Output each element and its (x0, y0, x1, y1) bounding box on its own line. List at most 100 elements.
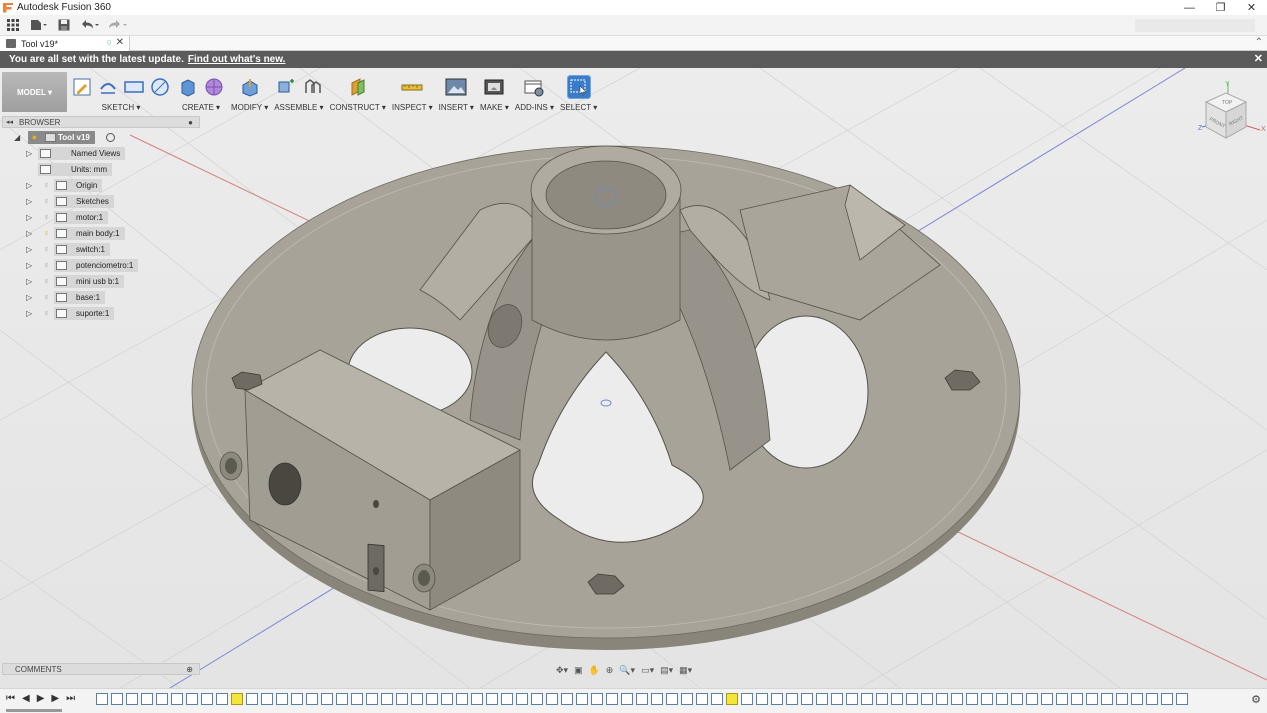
scripts-addins-icon[interactable] (523, 76, 545, 98)
timeline-feature-icon[interactable] (486, 693, 498, 705)
expand-chevron-icon[interactable]: ▷ (26, 213, 32, 222)
timeline-feature-icon[interactable] (831, 693, 843, 705)
visibility-bulb-icon[interactable]: ● (30, 132, 39, 143)
browser-pin-icon[interactable]: ● (188, 118, 193, 127)
redo-icon[interactable] (104, 15, 132, 36)
tree-item-named-views[interactable]: ▷ Named Views (2, 146, 200, 162)
timeline-feature-icon[interactable] (1026, 693, 1038, 705)
pan-hand-icon[interactable]: ✋ (589, 665, 600, 676)
timeline-feature-icon[interactable] (426, 693, 438, 705)
timeline-feature-icon[interactable] (1146, 693, 1158, 705)
visibility-bulb-icon[interactable]: ♀ (42, 244, 51, 255)
file-menu-icon[interactable] (26, 15, 52, 36)
visibility-bulb-icon[interactable]: ♀ (42, 260, 51, 271)
timeline-feature-icon[interactable] (651, 693, 663, 705)
timeline-feature-icon[interactable] (396, 693, 408, 705)
visibility-bulb-icon[interactable]: ♀ (42, 196, 51, 207)
step-forward-icon[interactable]: ▶ (51, 693, 59, 704)
timeline-feature-icon[interactable] (291, 693, 303, 705)
search-box[interactable] (1135, 19, 1255, 32)
timeline-feature-icon[interactable] (501, 693, 513, 705)
tree-item-switch[interactable]: ▷ switch:1 ♀ (2, 242, 200, 258)
timeline-feature-icon[interactable] (336, 693, 348, 705)
timeline-feature-icon[interactable] (126, 693, 138, 705)
timeline-feature-icon[interactable] (621, 693, 633, 705)
find-out-whats-new-link[interactable]: Find out what's new. (188, 54, 286, 65)
expand-chevron-icon[interactable]: ▷ (26, 245, 32, 254)
timeline-feature-icon[interactable] (471, 693, 483, 705)
tree-item-mini-usb[interactable]: ▷ mini usb b:1 ♀ (2, 274, 200, 290)
timeline-feature-icon[interactable] (846, 693, 858, 705)
minimize-button[interactable]: — (1174, 0, 1205, 15)
insert-menu-label[interactable]: INSERT ▾ (439, 103, 474, 112)
tree-item-base[interactable]: ▷ base:1 ♀ (2, 290, 200, 306)
timeline-feature-icon[interactable] (1071, 693, 1083, 705)
timeline-scrollbar[interactable] (6, 709, 62, 712)
timeline-feature-icon[interactable] (756, 693, 768, 705)
visibility-bulb-icon[interactable]: ♀ (42, 308, 51, 319)
circle-icon[interactable] (149, 76, 171, 98)
timeline-feature-icon[interactable] (201, 693, 213, 705)
timeline-feature-icon[interactable] (591, 693, 603, 705)
zoom-icon[interactable]: ⊕ (606, 665, 614, 676)
timeline-feature-icon[interactable] (576, 693, 588, 705)
timeline-feature-icon[interactable] (1161, 693, 1173, 705)
visibility-bulb-icon[interactable]: ♀ (42, 212, 51, 223)
expand-chevron-icon[interactable]: ▷ (26, 293, 32, 302)
timeline-feature-icon[interactable] (231, 693, 243, 705)
root-collapse-icon[interactable]: ◢ (14, 133, 20, 142)
timeline-feature-icon[interactable] (681, 693, 693, 705)
grid-settings-icon[interactable]: ▤▾ (660, 665, 673, 676)
press-pull-icon[interactable] (239, 76, 261, 98)
timeline-feature-icon[interactable] (96, 693, 108, 705)
timeline-feature-icon[interactable] (1086, 693, 1098, 705)
close-tab-icon[interactable]: ✕ (116, 37, 124, 48)
tree-item-suporte[interactable]: ▷ suporte:1 ♀ (2, 306, 200, 322)
tree-item-motor[interactable]: ▷ motor:1 ♀ (2, 210, 200, 226)
timeline-feature-icon[interactable] (156, 693, 168, 705)
timeline-feature-icon[interactable] (726, 693, 738, 705)
timeline-feature-icon[interactable] (441, 693, 453, 705)
timeline-feature-icon[interactable] (921, 693, 933, 705)
tree-item-units[interactable]: Units: mm (2, 162, 200, 178)
orbit-icon[interactable]: ✥▾ (556, 665, 568, 676)
model-body[interactable] (191, 145, 1021, 650)
collapse-chevron-icon[interactable]: ⌃ (1255, 37, 1263, 48)
timeline-feature-icon[interactable] (276, 693, 288, 705)
timeline-feature-icon[interactable] (516, 693, 528, 705)
activate-component-icon[interactable] (106, 133, 115, 142)
viewports-icon[interactable]: ▦▾ (679, 665, 692, 676)
joint-icon[interactable] (301, 76, 323, 98)
tree-item-origin[interactable]: ▷ Origin ♀ (2, 178, 200, 194)
expand-chevron-icon[interactable]: ▷ (26, 261, 32, 270)
insert-image-icon[interactable] (445, 76, 467, 98)
timeline-feature-icon[interactable] (666, 693, 678, 705)
visibility-bulb-icon[interactable]: ♀ (42, 292, 51, 303)
timeline-feature-icon[interactable] (1176, 693, 1188, 705)
timeline-feature-icon[interactable] (366, 693, 378, 705)
expand-chevron-icon[interactable]: ▷ (26, 229, 32, 238)
go-to-end-icon[interactable]: ⏭ (66, 693, 75, 704)
select-menu-label[interactable]: SELECT ▾ (560, 103, 597, 112)
timeline-feature-icon[interactable] (786, 693, 798, 705)
fit-zoom-icon[interactable]: 🔍▾ (619, 665, 635, 676)
save-icon[interactable] (52, 15, 76, 36)
close-notification-icon[interactable]: ✕ (1254, 52, 1263, 65)
viewcube[interactable]: TOP FRONT RIGHT Y X Z (1198, 80, 1267, 150)
timeline-feature-icon[interactable] (966, 693, 978, 705)
select-cursor-icon[interactable] (566, 75, 591, 99)
timeline-feature-icon[interactable] (171, 693, 183, 705)
timeline-feature-icon[interactable] (981, 693, 993, 705)
timeline-feature-icon[interactable] (771, 693, 783, 705)
timeline-feature-icon[interactable] (531, 693, 543, 705)
expand-chevron-icon[interactable]: ▷ (26, 181, 32, 190)
undo-icon[interactable] (76, 15, 104, 36)
timeline-feature-icon[interactable] (546, 693, 558, 705)
tree-item-main-body[interactable]: ▷ main body:1 ♀ (2, 226, 200, 242)
comments-header[interactable]: COMMENTS ⊕ (2, 663, 200, 675)
timeline-feature-icon[interactable] (741, 693, 753, 705)
visibility-bulb-icon[interactable]: ♀ (42, 228, 51, 239)
close-window-button[interactable]: ✕ (1236, 0, 1267, 15)
look-at-icon[interactable]: ▣ (574, 665, 583, 676)
timeline-feature-icon[interactable] (1131, 693, 1143, 705)
